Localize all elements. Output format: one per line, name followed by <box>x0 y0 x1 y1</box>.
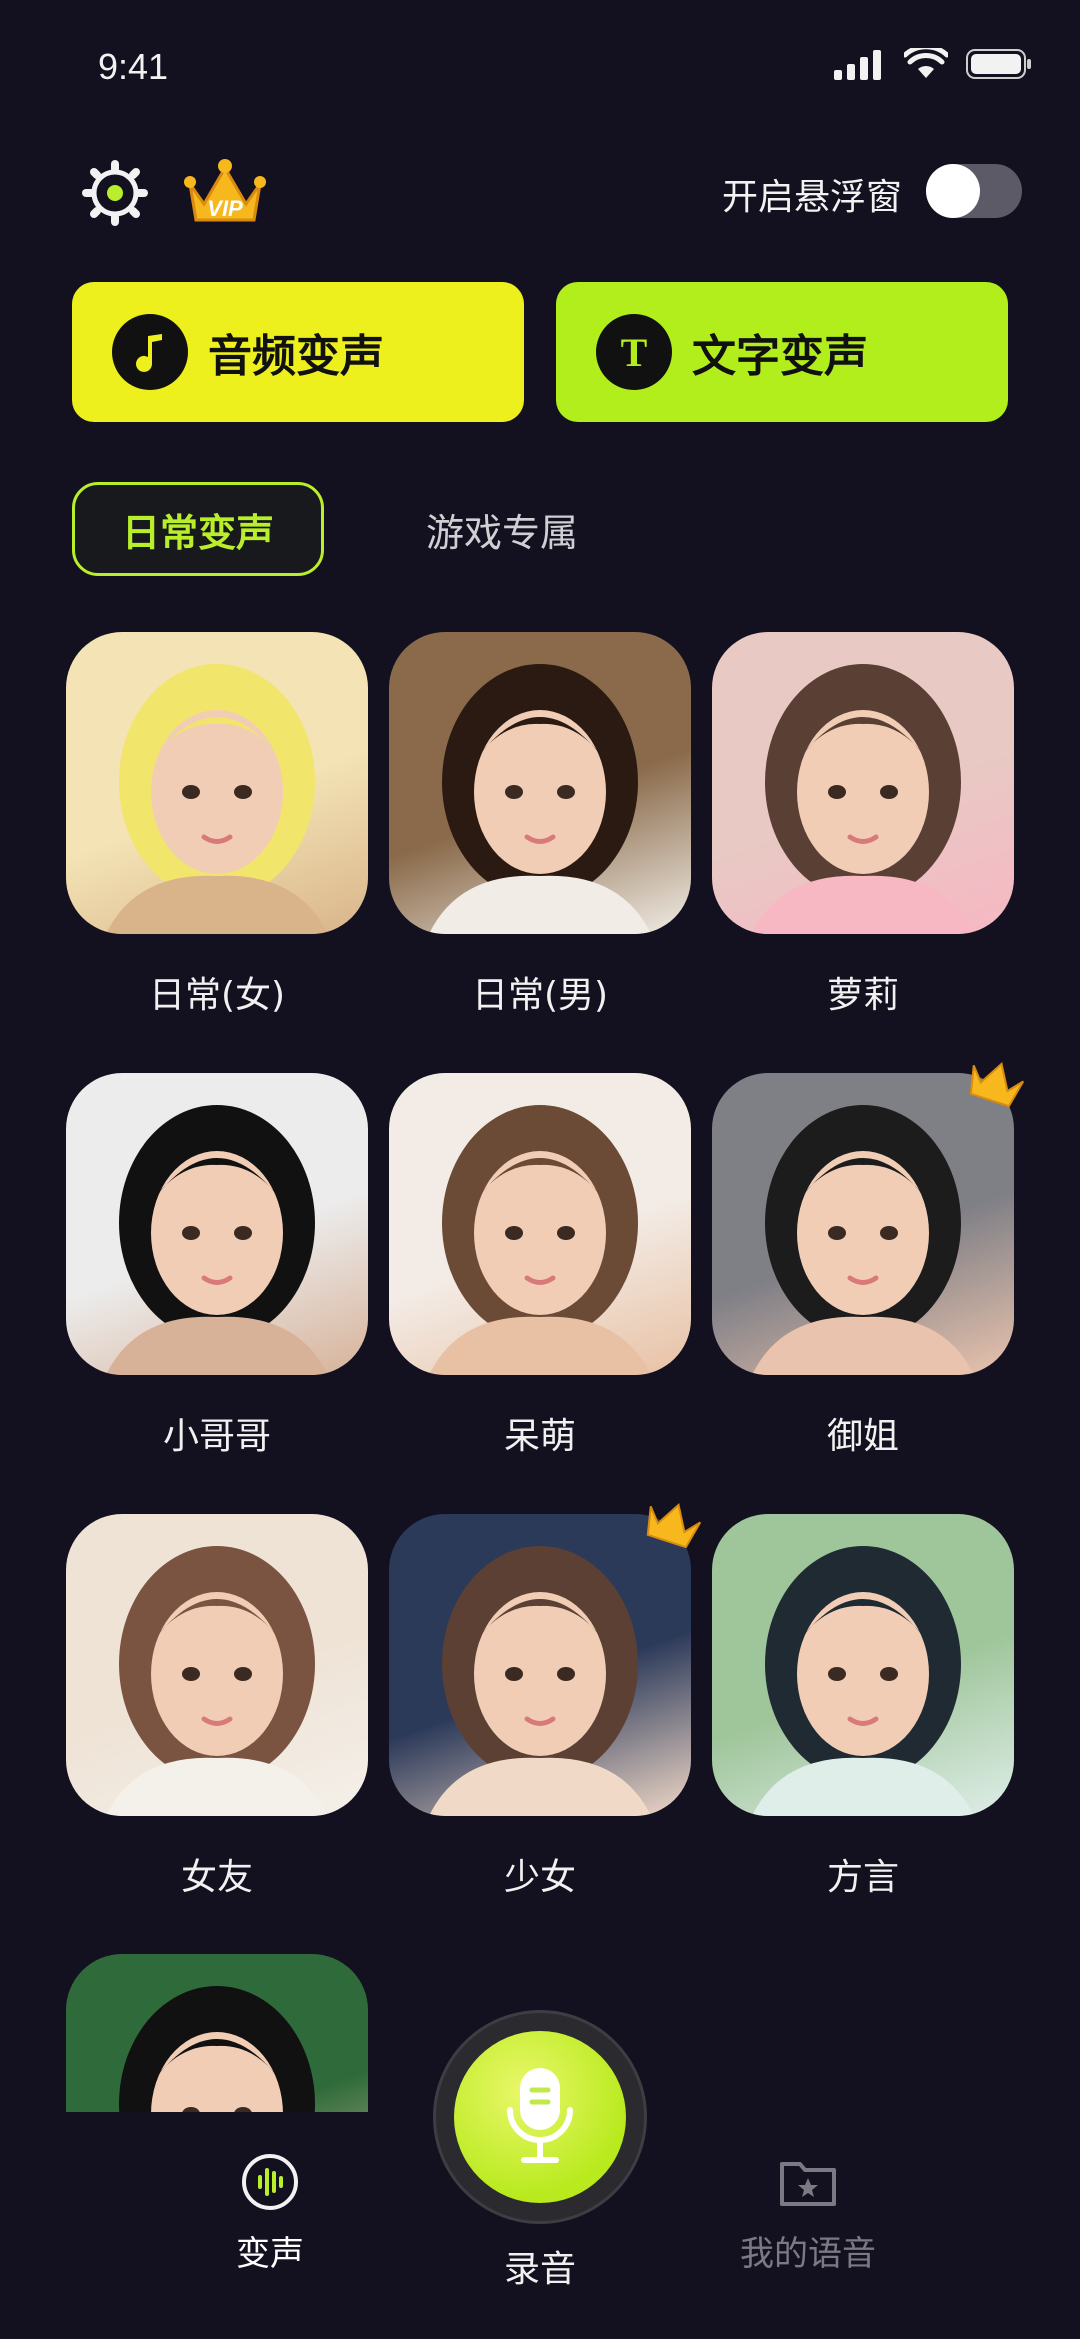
voice-wave-icon <box>242 2154 298 2210</box>
nav-mine-label: 我的语音 <box>740 2234 876 2274</box>
voice-name: 方言 <box>826 1857 899 1898</box>
tab-game[interactable]: 游戏专属 <box>426 502 578 557</box>
voice-name: 御姐 <box>826 1416 899 1457</box>
wifi-icon <box>904 48 948 78</box>
voice-name: 小哥哥 <box>162 1416 271 1457</box>
voice-card[interactable]: 御姐 <box>712 1061 1025 1457</box>
voice-avatar <box>66 1514 368 1816</box>
top-bar: VIP 开启悬浮窗 <box>0 150 1080 230</box>
voice-avatar <box>712 1514 1014 1816</box>
microphone-icon <box>507 2068 573 2163</box>
voice-card[interactable]: 小哥哥 <box>66 1073 368 1457</box>
tab-daily[interactable]: 日常变声 <box>72 482 324 576</box>
portrait-illustration <box>106 664 328 934</box>
voice-name: 日常(女) <box>148 975 286 1016</box>
portrait-illustration <box>752 664 974 934</box>
nav-voice-label: 变声 <box>236 2234 304 2274</box>
voice-avatar <box>66 632 368 934</box>
music-note-icon <box>112 314 188 390</box>
portrait-illustration <box>752 1105 974 1375</box>
svg-text:VIP: VIP <box>207 196 243 221</box>
voice-name: 呆萌 <box>503 1416 576 1457</box>
voice-avatar <box>389 1514 691 1816</box>
status-bar: 9:41 <box>0 0 1080 140</box>
voice-avatar <box>712 1073 1014 1375</box>
voice-card[interactable]: 日常(男) <box>389 632 691 1016</box>
voice-card[interactable]: 日常(女) <box>66 632 368 1016</box>
voice-card[interactable]: 呆萌 <box>389 1073 691 1457</box>
voice-name: 少女 <box>503 1857 576 1898</box>
vip-crown-icon <box>969 1061 1025 1107</box>
record-button[interactable] <box>433 2010 647 2224</box>
battery-icon <box>966 49 1031 79</box>
status-time: 9:41 <box>98 46 169 87</box>
status-icons <box>834 48 1032 80</box>
voice-card[interactable]: 方言 <box>712 1514 1014 1898</box>
text-change-button[interactable]: T 文字变声 <box>556 282 1008 422</box>
svg-text:T: T <box>621 332 648 372</box>
audio-change-label: 音频变声 <box>208 331 384 382</box>
nav-my-voices[interactable]: 我的语音 <box>718 2152 898 2275</box>
record-label: 录音 <box>503 2249 576 2290</box>
voice-avatar <box>66 1073 368 1375</box>
portrait-illustration <box>429 1546 651 1816</box>
floating-window-label: 开启悬浮窗 <box>721 177 902 218</box>
vip-crown-icon[interactable]: VIP <box>182 154 268 230</box>
portrait-illustration <box>429 664 651 934</box>
text-change-label: 文字变声 <box>692 331 868 382</box>
voice-card[interactable]: 女友 <box>66 1514 368 1898</box>
voice-name: 女友 <box>180 1857 253 1898</box>
voice-card[interactable]: 萝莉 <box>712 632 1014 1016</box>
settings-gear-icon[interactable] <box>82 160 148 226</box>
signal-icon <box>834 50 881 80</box>
voice-name: 日常(男) <box>471 975 609 1016</box>
voice-name: 萝莉 <box>826 975 899 1016</box>
portrait-illustration <box>752 1546 974 1816</box>
portrait-illustration <box>429 1105 651 1375</box>
voice-avatar <box>389 632 691 934</box>
portrait-illustration <box>106 1105 328 1375</box>
folder-star-icon <box>780 2162 836 2206</box>
voice-avatar <box>389 1073 691 1375</box>
vip-crown-icon <box>646 1502 702 1548</box>
portrait-illustration <box>106 1546 328 1816</box>
nav-voice-change[interactable]: 变声 <box>180 2152 360 2275</box>
voice-avatar <box>712 632 1014 934</box>
record-inner <box>454 2031 626 2203</box>
voice-card[interactable]: 少女 <box>389 1502 702 1898</box>
text-t-icon: T <box>596 314 672 390</box>
toggle-knob <box>926 164 980 218</box>
floating-window-toggle[interactable] <box>926 164 1022 218</box>
audio-change-button[interactable]: 音频变声 <box>72 282 524 422</box>
